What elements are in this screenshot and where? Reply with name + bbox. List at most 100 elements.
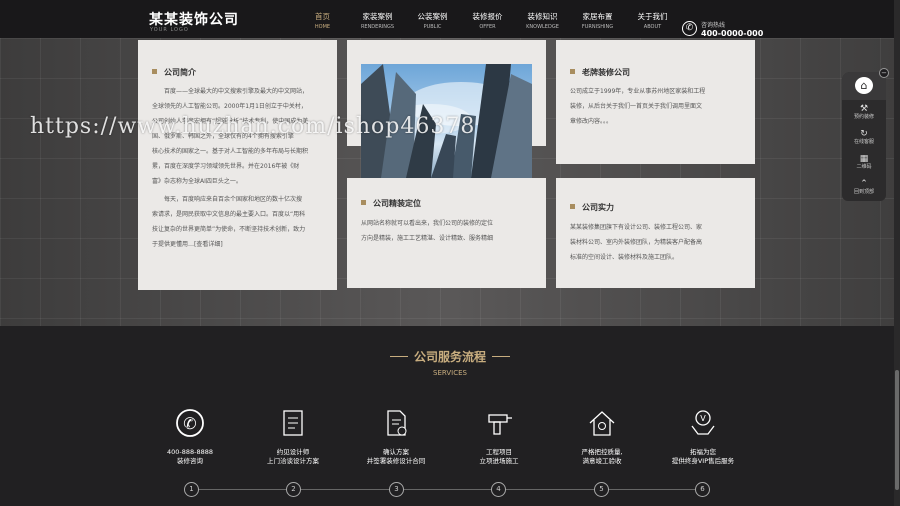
toolbar-close-button[interactable]: − (879, 68, 889, 78)
hotline-label: 咨询热线 (701, 22, 726, 29)
step-line-1: 工程项目 (486, 448, 512, 456)
nav-label: 公装案例 (417, 12, 448, 21)
step-number: 3 (389, 482, 404, 497)
service-step: V 拓福为您 提供终身VIP售后服务 (648, 408, 758, 466)
watermark-text: https://www.huzhan.com/ishop46378 (30, 114, 476, 139)
step-line-2: 上门洽谈设计方案 (267, 457, 319, 465)
step-line-2: 装修咨询 (177, 457, 203, 465)
home-icon: ⌂ (855, 77, 873, 94)
toolbar-online-service[interactable]: ↻ 在线客服 (842, 126, 886, 151)
positioning-line: 方向是精装，施工工艺精湛、设计精致、服务精细 (361, 235, 494, 242)
brand-line: 装修，从后台关于我们一首页关于我们调用里面文 (570, 103, 703, 110)
strength-card: 公司实力 某某装修集团旗下有设计公司、装修工程公司、家 装材料公司、室内外装修团… (556, 178, 755, 288)
service-step: 严格把控质量, 满意竣工验收 (547, 408, 657, 466)
step-number: 5 (594, 482, 609, 497)
step-line-2: 立项进场施工 (479, 457, 519, 465)
timeline-line (192, 489, 703, 490)
floating-toolbar: ⌂ − ⚒ 预约装修 ↻ 在线客服 ▦ 二维码 ⌃ 回到顶部 (842, 68, 889, 201)
main-nav: 首页 HOME 家装案例 RENDERINGS 公装案例 PUBLIC 装修报价… (295, 0, 680, 38)
brand-line: 章修改内容。。。 (570, 118, 613, 125)
service-step: ✆ 400-888-8888 装修咨询 (135, 408, 245, 466)
positioning-card: 公司精装定位 从网站名称就可以看出来，我们公司的装修的定位 方向是精装，施工工艺… (347, 178, 546, 288)
svg-text:✆: ✆ (183, 414, 196, 433)
services-section: 公司服务流程 SERVICES ✆ 400-888-8888 装修咨询 约见设计… (0, 326, 900, 506)
step-number: 2 (286, 482, 301, 497)
strength-title: 公司实力 (570, 202, 614, 213)
toolbar-label: 回到顶部 (853, 189, 874, 195)
nav-label: 装修知识 (527, 12, 558, 21)
nav-public[interactable]: 公装案例 PUBLIC (405, 0, 460, 38)
step-line-1: 400-888-8888 (166, 448, 214, 456)
nav-label-en: FURNISHING (581, 24, 614, 30)
brand-card: 老牌装修公司 公司成立于1999年，专业从事苏州地区家装和工程 装修，从后台关于… (556, 40, 755, 164)
nav-furnishing[interactable]: 家居布置 FURNISHING (570, 0, 625, 38)
nav-label: 关于我们 (637, 12, 668, 21)
nav-label: 首页 (315, 12, 330, 21)
toolbar-label: 预约装修 (853, 114, 874, 120)
scrollbar-thumb[interactable] (895, 370, 899, 490)
positioning-text: 从网站名称就可以看出来，我们公司的装修的定位 方向是精装，施工工艺精湛、设计精致… (361, 216, 539, 246)
nav-about[interactable]: 关于我们 ABOUT (625, 0, 680, 38)
site-header: 某某装饰公司 YOUR LOGO 首页 HOME 家装案例 RENDERINGS… (0, 0, 900, 38)
document-list-icon (278, 408, 308, 438)
step-line-2: 提供终身VIP售后服务 (671, 457, 735, 465)
intro-read-more-link[interactable]: 于提供更懂用…[查看详细] (152, 237, 330, 252)
strength-line: 标准的空间设计、装修材料及施工团队。 (570, 254, 679, 261)
service-step: 确认方案 并签署装修设计合同 (341, 408, 451, 466)
nav-knowledge[interactable]: 装修知识 KNOWLEDGE (515, 0, 570, 38)
brand-line: 公司成立于1999年，专业从事苏州地区家装和工程 (570, 88, 706, 95)
toolbar-label: 二维码 (856, 164, 872, 170)
intro-line: 百度——全球最大的中文搜索引擎及最大的中文网站， (164, 88, 309, 95)
intro-line: 富》杂志称为全球AI四巨头之一。 (152, 178, 242, 185)
phone-icon: ✆ (175, 408, 205, 438)
toolbar-qrcode[interactable]: ▦ 二维码 (842, 151, 886, 176)
house-search-icon (587, 408, 617, 438)
intro-text: 百度——全球最大的中文搜索引擎及最大的中文网站， 全球领先的人工智能公司。200… (152, 84, 330, 252)
step-line-2: 满意竣工验收 (582, 457, 622, 465)
intro-line: 累，百度在深度学习领域领先世界。并在2016年被《财 (152, 163, 300, 170)
intro-line: 索请求，是网民获取中文信息的最主要入口。百度以“用科 (152, 211, 306, 218)
intro-title: 公司简介 (152, 67, 196, 78)
nav-label-en: ABOUT (643, 24, 662, 30)
step-line-2: 并签署装修设计合同 (366, 457, 426, 465)
title-rule (389, 356, 408, 357)
up-icon: ⌃ (860, 179, 868, 189)
nav-label-en: KNOWLEDGE (526, 24, 559, 30)
toolbar-book-renovation[interactable]: ⚒ 预约装修 (842, 101, 886, 126)
contract-icon (381, 408, 411, 438)
positioning-line: 从网站名称就可以看出来，我们公司的装修的定位 (361, 220, 494, 227)
nav-label: 装修报价 (472, 12, 503, 21)
about-section: 公司简介 百度——全球最大的中文搜索引擎及最大的中文网站， 全球领先的人工智能公… (0, 38, 900, 326)
qrcode-icon: ▦ (859, 154, 869, 164)
nav-label-en: RENDERINGS (360, 24, 395, 30)
tool-icon: ⚒ (859, 104, 869, 114)
nav-label-en: HOME (314, 24, 331, 30)
strength-text: 某某装修集团旗下有设计公司、装修工程公司、家 装材料公司、室内外装修团队，为精装… (570, 220, 748, 265)
service-step: 工程项目 立项进场施工 (444, 408, 554, 466)
drill-icon (484, 408, 514, 438)
intro-line: 全球领先的人工智能公司。2000年1月1日创立于中关村， (152, 103, 307, 110)
step-line-1: 拓福为您 (690, 448, 716, 456)
brand-text: 公司成立于1999年，专业从事苏州地区家装和工程 装修，从后台关于我们一首页关于… (570, 84, 748, 129)
title-rule (492, 356, 510, 357)
services-subtitle: SERVICES (433, 369, 467, 377)
strength-line: 某某装修集团旗下有设计公司、装修工程公司、家 (570, 224, 703, 231)
intro-line: 核心技术的国家之一。基于对人工智能的多年布局与长期积 (152, 148, 309, 155)
refresh-icon: ↻ (860, 129, 868, 139)
nav-offer[interactable]: 装修报价 OFFER (460, 0, 515, 38)
brand-title: 老牌装修公司 (570, 67, 630, 78)
nav-label: 家居布置 (582, 12, 613, 21)
toolbar-back-to-top[interactable]: ⌃ 回到顶部 (842, 176, 886, 201)
service-step: 约见设计师 上门洽谈设计方案 (238, 408, 348, 466)
nav-label-en: PUBLIC (423, 24, 442, 30)
page-scrollbar[interactable] (894, 0, 900, 506)
phone-icon: ✆ (682, 21, 697, 36)
intro-line: 技让复杂的世界更简单”为使命，不断坚持技术创新，致力 (152, 226, 306, 233)
nav-home[interactable]: 首页 HOME (295, 0, 350, 38)
nav-renderings[interactable]: 家装案例 RENDERINGS (350, 0, 405, 38)
hotline-number: 400-0000-000 (701, 29, 764, 38)
site-logo-sub: YOUR LOGO (150, 27, 189, 33)
intro-line: 每天，百度响应来自百余个国家和地区的数十亿次搜 (164, 196, 303, 203)
site-logo[interactable]: 某某装饰公司 (149, 9, 239, 29)
nav-label: 家装案例 (362, 12, 393, 21)
